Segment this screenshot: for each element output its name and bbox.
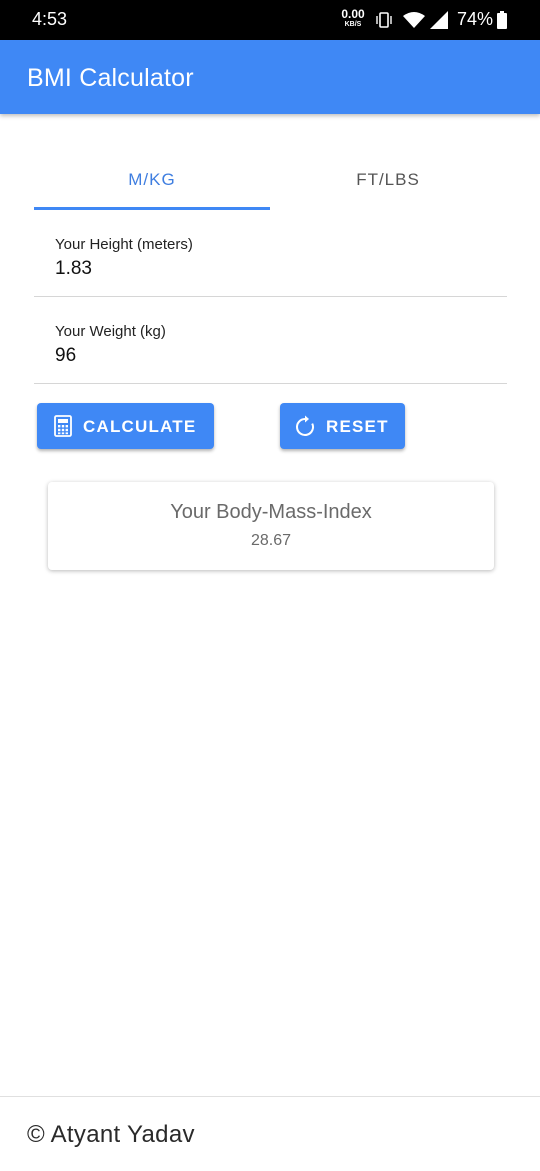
app-title: BMI Calculator <box>27 64 194 92</box>
calculator-icon <box>54 415 72 437</box>
weight-label: Your Weight (kg) <box>55 323 166 340</box>
wifi-icon <box>403 12 425 28</box>
height-input[interactable] <box>55 258 485 280</box>
app-bar: BMI Calculator <box>0 40 540 114</box>
weight-field[interactable]: Your Weight (kg) <box>34 309 507 384</box>
bmi-value: 28.67 <box>250 532 292 549</box>
status-time: 4:53 <box>32 9 68 29</box>
battery-icon <box>497 11 507 29</box>
result-card: Your Body-Mass-Index 28.67 <box>48 482 494 570</box>
calculate-button[interactable]: CALCULATE <box>37 403 214 449</box>
result-title: Your Body-Mass-Index <box>170 501 372 523</box>
reset-button[interactable]: RESET <box>280 403 405 449</box>
vibrate-icon <box>376 12 392 28</box>
height-field[interactable]: Your Height (meters) <box>34 222 507 297</box>
footer: © Atyant Yadav <box>0 1096 540 1171</box>
weight-input[interactable] <box>55 345 485 367</box>
calculate-button-label: CALCULATE <box>83 417 197 436</box>
tab-metric[interactable]: M/KG <box>34 152 270 210</box>
status-bar: 4:53 0.00 KB/S 74% <box>0 0 540 40</box>
height-label: Your Height (meters) <box>55 236 193 253</box>
reset-button-label: RESET <box>326 417 389 436</box>
network-speed: 0.00 KB/S <box>340 8 366 28</box>
tab-imperial[interactable]: FT/LBS <box>270 152 506 210</box>
cell-signal-icon <box>430 11 448 29</box>
network-speed-unit: KB/S <box>344 21 362 28</box>
battery-percent: 74% <box>457 9 494 29</box>
footer-credit: © Atyant Yadav <box>27 1121 195 1148</box>
network-speed-value: 0.00 <box>341 7 365 21</box>
refresh-icon <box>296 415 314 436</box>
tab-indicator <box>34 207 270 210</box>
